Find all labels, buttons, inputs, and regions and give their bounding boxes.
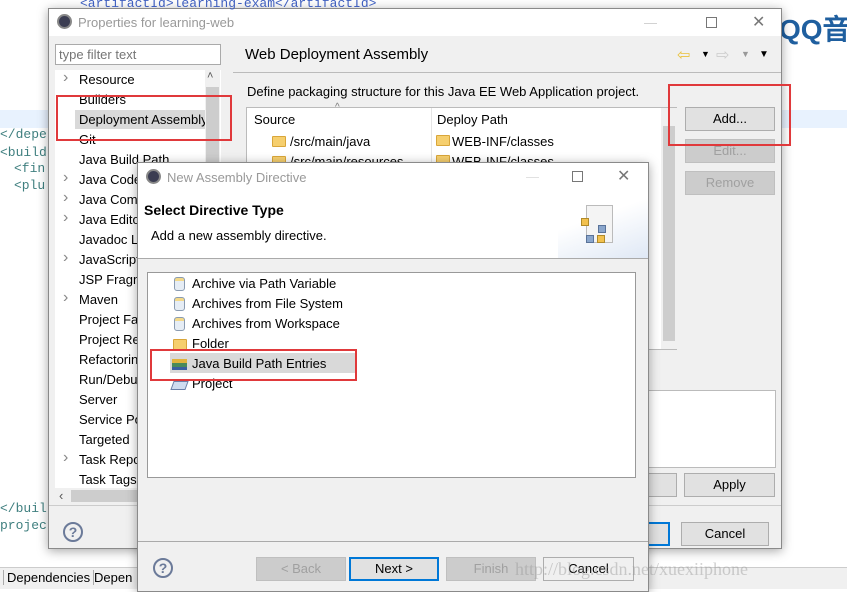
wizard-subheading: Add a new assembly directive. (151, 228, 327, 243)
jar-icon (174, 277, 185, 291)
sort-indicator-icon: ^ (335, 102, 340, 113)
expand-chevron-icon[interactable]: › (63, 189, 68, 207)
wizard-banner: Select Directive Type Add a new assembly… (138, 190, 648, 259)
code-line: </buil (0, 501, 47, 516)
expand-chevron-icon[interactable]: › (63, 169, 68, 187)
forward-nav-icon[interactable]: ⇨ (716, 45, 729, 65)
help-icon[interactable]: ? (63, 522, 83, 542)
expand-chevron-icon[interactable]: › (63, 449, 68, 467)
page-title: Web Deployment Assembly (245, 46, 429, 63)
apply-button[interactable]: Apply (684, 473, 775, 497)
jar-icon (174, 297, 185, 311)
code-line: project (0, 518, 55, 533)
highlight-java-build-path-entries (150, 349, 357, 381)
code-line: <fin (14, 161, 46, 176)
editor-tab-dependency-hierarchy[interactable]: Depen (94, 570, 132, 585)
header-separator (233, 72, 781, 73)
highlight-add-button (668, 84, 791, 146)
column-header-source[interactable]: Source (254, 112, 295, 127)
code-line: <artifactId>learning-exam</artifactId> (80, 0, 377, 11)
minimize-button[interactable]: — (526, 169, 539, 184)
expand-chevron-icon[interactable]: › (63, 69, 68, 87)
maximize-button[interactable] (706, 17, 717, 28)
folder-icon (272, 136, 286, 147)
dialog-title: Properties for learning-web (78, 15, 235, 30)
dialog-title: New Assembly Directive (167, 170, 307, 185)
title-bar: Properties for learning-web — ✕ (49, 9, 781, 36)
properties-cancel-button[interactable]: Cancel (681, 522, 769, 546)
eclipse-icon (146, 169, 161, 184)
directive-list-item[interactable]: Archives from Workspace (192, 316, 340, 331)
wizard-heading: Select Directive Type (144, 202, 284, 218)
expand-chevron-icon[interactable]: › (63, 289, 68, 307)
wizard-bottom-separator (138, 541, 648, 542)
back-nav-icon[interactable]: ⇦ (677, 45, 690, 65)
table-row[interactable]: /src/main/java WEB-INF/classes (247, 132, 661, 152)
remove-button[interactable]: Remove (685, 171, 775, 195)
close-button[interactable]: ✕ (752, 12, 765, 32)
minimize-button[interactable]: — (644, 15, 657, 30)
qq-logo: QQ音 (779, 14, 847, 45)
close-button[interactable]: ✕ (617, 166, 630, 186)
view-menu-icon[interactable]: ▼ (759, 49, 769, 60)
watermark: http://blog.csdn.net/xuexiiphone (515, 559, 748, 579)
next-button[interactable]: Next > (349, 557, 439, 581)
code-line: </depe (0, 127, 47, 142)
back-button[interactable]: < Back (256, 557, 346, 581)
column-header-deploy-path[interactable]: Deploy Path (437, 112, 508, 127)
expand-chevron-icon[interactable]: › (63, 249, 68, 267)
deploy-path-cell: WEB-INF/classes (452, 134, 554, 149)
back-dropdown-icon[interactable]: ▼ (701, 49, 710, 59)
assembly-wizard-icon (581, 205, 615, 245)
eclipse-icon (57, 14, 72, 29)
page-description: Define packaging structure for this Java… (247, 84, 640, 99)
editor-tab-dependencies[interactable]: Dependencies (3, 570, 95, 585)
highlight-deployment-assembly (56, 95, 232, 141)
jar-icon (174, 317, 185, 331)
maximize-button[interactable] (572, 171, 583, 182)
folder-icon (436, 135, 450, 146)
directive-list-item[interactable]: Archives from File System (192, 296, 343, 311)
help-icon[interactable]: ? (153, 558, 173, 578)
title-bar: New Assembly Directive — ✕ (138, 163, 648, 190)
tree-item[interactable]: Resource (79, 72, 205, 87)
source-cell: /src/main/java (290, 134, 371, 149)
forward-dropdown-icon[interactable]: ▼ (741, 49, 750, 59)
directive-list-item[interactable]: Archive via Path Variable (192, 276, 336, 291)
code-line: <plu (14, 178, 46, 193)
expand-chevron-icon[interactable]: › (63, 209, 68, 227)
code-line: <build (0, 145, 47, 160)
filter-input[interactable] (55, 44, 221, 65)
